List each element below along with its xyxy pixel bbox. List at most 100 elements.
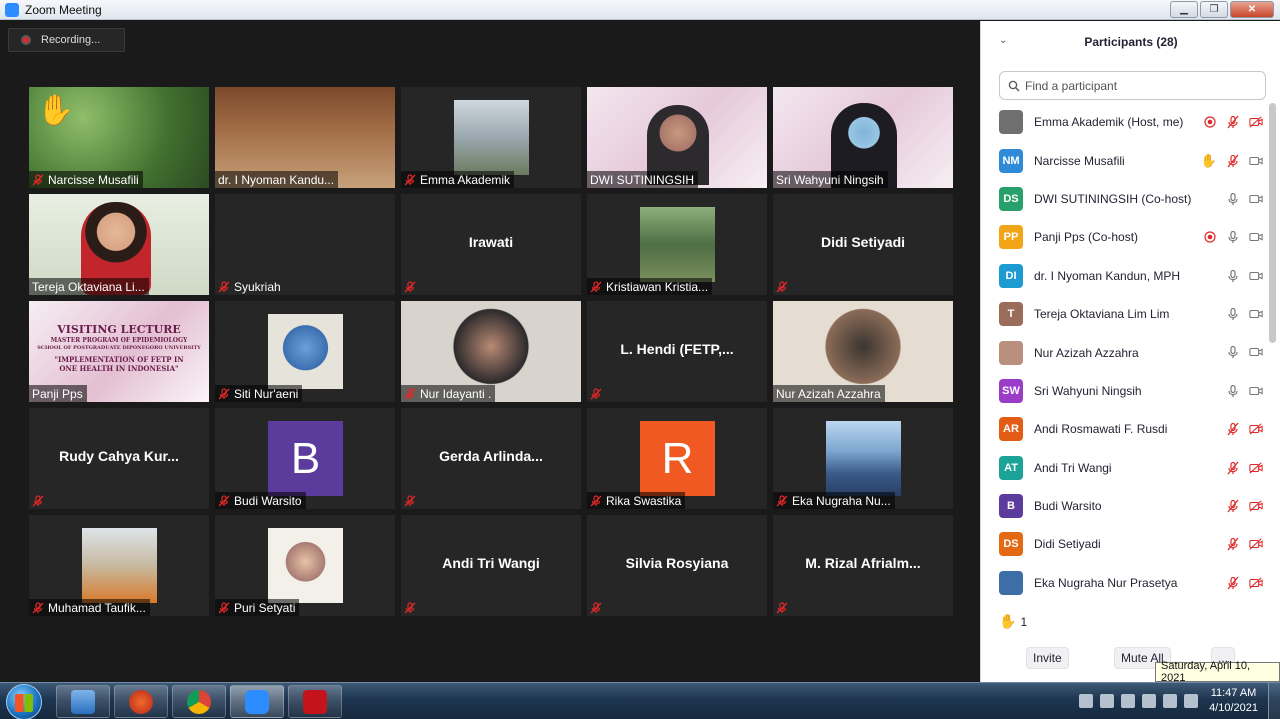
video-off-icon[interactable] [1249,537,1263,551]
battery-icon[interactable] [1142,694,1156,708]
video-tile[interactable]: Puri Setyati [215,515,395,616]
participant-row[interactable]: B Budi Warsito [981,487,1271,525]
participant-row[interactable]: PP Panji Pps (Co-host) [981,218,1271,256]
participant-row[interactable]: Eka Nugraha Nur Prasetya [981,564,1271,602]
video-tile[interactable]: R Rika Swastika [587,408,767,509]
video-icon[interactable] [1249,269,1263,283]
video-off-icon[interactable] [1249,461,1263,475]
mic-muted-icon[interactable] [1226,422,1240,436]
video-icon[interactable] [1249,230,1263,244]
raised-hands-count[interactable]: ✋ 1 [999,613,1027,630]
video-icon[interactable] [1249,154,1263,168]
video-tile[interactable]: Eka Nugraha Nu... [773,408,953,509]
participant-row[interactable]: AT Andi Tri Wangi [981,449,1271,487]
mic-icon[interactable] [1226,307,1240,321]
mic-icon[interactable] [1226,384,1240,398]
mic-icon[interactable] [1226,269,1240,283]
mic-muted-icon[interactable] [1226,461,1240,475]
tile-name-label: Narcisse Musafili [29,171,143,188]
mic-muted-icon [776,601,788,614]
video-icon[interactable] [1249,384,1263,398]
video-tile[interactable]: DWI SUTININGSIH [587,87,767,188]
video-tile[interactable]: Muhamad Taufik... [29,515,209,616]
participant-row[interactable]: DI dr. I Nyoman Kandun, MPH [981,257,1271,295]
mic-icon[interactable] [1226,192,1240,206]
active-speaker-tile[interactable]: VISITING LECTURE MASTER PROGRAM OF EPIDE… [29,301,209,402]
video-tile[interactable]: Syukriah [215,194,395,295]
participant-row[interactable]: Emma Akademik (Host, me) [981,103,1271,141]
participant-name: Didi Setiyadi [1034,537,1101,552]
tile-name-label [587,599,610,616]
minimize-button[interactable]: ▁ [1170,1,1198,18]
mic-muted-icon[interactable] [1226,537,1240,551]
video-tile[interactable]: B Budi Warsito [215,408,395,509]
tile-name-label: Syukriah [215,278,285,295]
start-button[interactable] [6,684,42,719]
video-icon[interactable] [1249,192,1263,206]
participant-row[interactable]: AR Andi Rosmawati F. Rusdi [981,410,1271,448]
network-icon[interactable] [1163,694,1177,708]
volume-icon[interactable] [1184,694,1198,708]
video-tile[interactable]: Tereja Oktaviana Li... [29,194,209,295]
taskbar-zoom[interactable] [230,685,284,718]
participant-name: Eka Nugraha Nur Prasetya [1034,575,1178,590]
mic-icon[interactable] [1226,345,1240,359]
video-tile[interactable]: Nur Idayanti . [401,301,581,402]
participant-row[interactable]: DS Didi Setiyadi [981,525,1271,563]
participant-list-scrollbar[interactable] [1269,103,1276,343]
video-tile[interactable]: Sri Wahyuni Ningsih [773,87,953,188]
video-off-icon[interactable] [1249,576,1263,590]
windows-taskbar: 11:47 AM 4/10/2021 [0,682,1280,719]
flag-icon[interactable] [1121,694,1135,708]
taskbar-ccleaner[interactable] [114,685,168,718]
video-off-icon[interactable] [1249,422,1263,436]
video-tile[interactable]: ✋ Narcisse Musafili [29,87,209,188]
video-tile[interactable]: Silvia Rosyiana [587,515,767,616]
video-tile[interactable]: Andi Tri Wangi [401,515,581,616]
participant-row[interactable]: Nur Azizah Azzahra [981,333,1271,371]
video-tile[interactable]: Gerda Arlinda... [401,408,581,509]
mic-icon[interactable] [1226,230,1240,244]
video-tile[interactable]: Rudy Cahya Kur... [29,408,209,509]
tray-app-icon[interactable] [1100,694,1114,708]
video-icon[interactable] [1249,307,1263,321]
tile-name-label: Rika Swastika [587,492,686,509]
show-desktop-button[interactable] [1268,683,1280,719]
taskbar-acrobat[interactable] [288,685,342,718]
search-input[interactable]: Find a participant [999,71,1266,100]
close-button[interactable]: ✕ [1230,1,1274,18]
video-tile[interactable]: Didi Setiyadi [773,194,953,295]
mic-muted-icon[interactable] [1226,576,1240,590]
taskbar-file-explorer[interactable] [56,685,110,718]
participant-row[interactable]: DS DWI SUTININGSIH (Co-host) [981,180,1271,218]
raised-hand-icon: ✋ [1200,153,1217,169]
mic-muted-icon[interactable] [1226,154,1240,168]
participant-row[interactable]: NM Narcisse Musafili ✋ [981,141,1271,179]
video-tile[interactable]: Kristiawan Kristia... [587,194,767,295]
poster-title: VISITING LECTURE [57,323,181,336]
taskbar-chrome[interactable] [172,685,226,718]
mic-muted-icon [218,494,230,507]
video-off-icon[interactable] [1249,115,1263,129]
video-tile[interactable]: Siti Nur'aeni [215,301,395,402]
taskbar-clock[interactable]: 11:47 AM 4/10/2021 [1209,686,1258,716]
participant-row[interactable]: SW Sri Wahyuni Ningsih [981,372,1271,410]
video-off-icon[interactable] [1249,499,1263,513]
mic-muted-icon[interactable] [1226,499,1240,513]
participant-row[interactable]: T Tereja Oktaviana Lim Lim [981,295,1271,333]
video-tile[interactable]: M. Rizal Afrialm... [773,515,953,616]
participant-status-icons [1226,384,1263,398]
invite-button[interactable]: Invite [1026,647,1069,669]
video-tile[interactable]: Emma Akademik [401,87,581,188]
recording-indicator[interactable]: Recording... [8,28,125,52]
tray-arrow-icon[interactable] [1079,694,1093,708]
participant-status-icons [1226,461,1263,475]
mic-muted-icon[interactable] [1226,115,1240,129]
video-icon[interactable] [1249,345,1263,359]
maximize-button[interactable]: ❐ [1200,1,1228,18]
video-tile[interactable]: Nur Azizah Azzahra [773,301,953,402]
video-tile[interactable]: L. Hendi (FETP,... [587,301,767,402]
video-tile[interactable]: Irawati [401,194,581,295]
tile-display-name: M. Rizal Afrialm... [805,555,921,571]
video-tile[interactable]: dr. I Nyoman Kandu... [215,87,395,188]
